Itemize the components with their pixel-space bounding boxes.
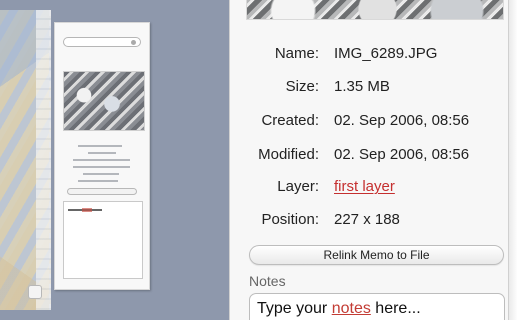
mini-search-field[interactable] — [63, 37, 141, 47]
miniature-window-area — [0, 0, 229, 320]
application-screenshot: Name: IMG_6289.JPG Size: 1.35 MB Created… — [0, 0, 517, 320]
created-date-value: 02. Sep 2006, 08:56 — [334, 112, 470, 129]
mini-scroll-control[interactable] — [28, 285, 42, 299]
mini-info-line — [78, 145, 122, 147]
vertical-scrollbar[interactable] — [508, 0, 517, 320]
mini-info-line — [88, 152, 116, 154]
mini-info-line — [73, 159, 130, 161]
position-label: Position: — [261, 211, 319, 228]
layer-row: Layer: first layer — [230, 178, 517, 202]
map-strip — [0, 10, 51, 310]
layer-link[interactable]: first layer — [334, 178, 395, 195]
file-info-panel: Name: IMG_6289.JPG Size: 1.35 MB Created… — [229, 0, 517, 320]
modified-date-value: 02. Sep 2006, 08:56 — [334, 146, 470, 163]
mini-info-line — [78, 180, 118, 182]
notes-highlight-word: notes — [331, 300, 371, 317]
layer-label: Layer: — [277, 178, 319, 195]
mini-photo-thumbnail — [63, 71, 145, 131]
notes-label: Notes — [249, 273, 286, 289]
file-name-value: IMG_6289.JPG — [334, 45, 438, 62]
size-label: Size: — [285, 78, 319, 95]
position-value: 227 x 188 — [334, 211, 400, 228]
created-row: Created: 02. Sep 2006, 08:56 — [230, 112, 517, 136]
notes-suffix: here... — [370, 300, 421, 317]
modified-row: Modified: 02. Sep 2006, 08:56 — [230, 146, 517, 170]
relink-memo-button[interactable]: Relink Memo to File — [249, 245, 504, 265]
name-label: Name: — [274, 45, 319, 62]
mini-notes-box[interactable] — [63, 201, 143, 279]
photo-preview — [246, 0, 504, 20]
modified-label: Modified: — [258, 146, 319, 163]
miniature-info-panel — [54, 22, 150, 290]
notes-prefix: Type your — [257, 300, 332, 317]
notes-textarea[interactable]: Type your notes here... — [249, 293, 505, 320]
size-row: Size: 1.35 MB — [230, 78, 517, 102]
name-row: Name: IMG_6289.JPG — [230, 45, 517, 69]
mini-info-line — [73, 166, 130, 168]
position-row: Position: 227 x 188 — [230, 211, 517, 235]
created-label: Created: — [261, 112, 319, 129]
file-size-value: 1.35 MB — [334, 78, 390, 95]
mini-relink-button[interactable] — [67, 188, 137, 195]
mini-info-line — [83, 173, 119, 175]
